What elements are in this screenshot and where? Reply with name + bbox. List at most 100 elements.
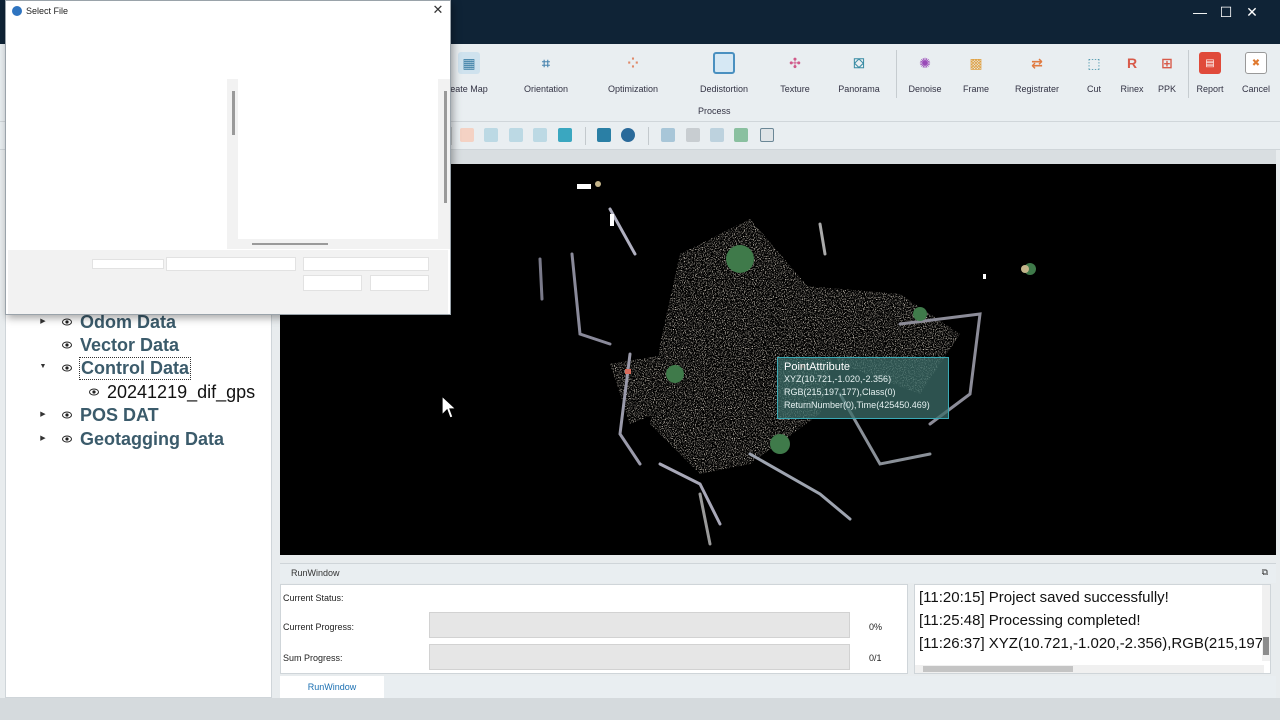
- layer-icon[interactable]: [661, 128, 675, 142]
- measure-height-icon[interactable]: [558, 128, 572, 142]
- visibility-eye-icon[interactable]: [62, 434, 72, 444]
- close-window-button[interactable]: ✕: [1240, 2, 1264, 22]
- cancel-button[interactable]: ✖ Cancel: [1238, 48, 1274, 100]
- brush-icon[interactable]: [597, 128, 611, 142]
- frame-icon: ▩: [969, 54, 983, 71]
- maximize-button[interactable]: ☐: [1214, 2, 1238, 22]
- orientation-icon: ⌗: [542, 54, 550, 71]
- expand-arrow-icon[interactable]: ▶: [38, 434, 48, 442]
- panorama-icon: ⛋: [853, 54, 865, 71]
- measure-angle-icon[interactable]: [533, 128, 547, 142]
- file-pane-scroll-thumb[interactable]: [444, 91, 447, 203]
- tab-run-window[interactable]: RunWindow: [280, 676, 384, 698]
- folder-pane-scroll-thumb[interactable]: [232, 91, 235, 135]
- current-status-label: Current Status:: [283, 593, 344, 603]
- optimization-icon: ⁘: [627, 54, 639, 71]
- tooltip-return-time: ReturnNumber(0),Time(425450.469): [784, 400, 930, 410]
- ribbon-separator: [896, 50, 897, 98]
- dedistortion-button[interactable]: Dedistortion: [696, 48, 752, 100]
- network-icon[interactable]: [734, 128, 748, 142]
- app-logo-icon: [12, 6, 22, 16]
- status-bar: [0, 698, 1280, 720]
- sum-progress-value: 0/1: [869, 653, 882, 663]
- toolbar-separator: [648, 127, 649, 145]
- stack-icon[interactable]: [686, 128, 700, 142]
- toolbar-separator: [451, 127, 452, 145]
- log-line: [11:25:48] Processing completed!: [919, 612, 1141, 629]
- rinex-button[interactable]: R Rinex: [1116, 48, 1148, 100]
- dialog-close-button[interactable]: ✕: [430, 2, 446, 18]
- cancel-icon: ✖: [1245, 52, 1267, 74]
- point-attribute-tooltip: PointAttribute XYZ(10.721,-1.020,-2.356)…: [777, 357, 949, 419]
- ribbon-group-label: Process: [698, 106, 731, 116]
- ribbon-separator: [1188, 50, 1189, 98]
- sum-progress-bar: [429, 644, 850, 670]
- orientation-button[interactable]: ⌗ Orientation: [520, 48, 572, 100]
- log-horizontal-scrollbar[interactable]: [915, 665, 1264, 673]
- tree-item-odom-data[interactable]: Odom Data: [80, 312, 176, 333]
- tooltip-xyz: XYZ(10.721,-1.020,-2.356): [784, 374, 892, 384]
- rinex-icon: R: [1126, 55, 1138, 71]
- log-line: [11:20:15] Project saved successfully!: [919, 589, 1169, 606]
- log-horizontal-thumb[interactable]: [923, 666, 1073, 672]
- ppk-icon: ⊞: [1161, 54, 1173, 71]
- tree-item-pos-dat[interactable]: POS DAT: [80, 405, 159, 426]
- visibility-eye-icon[interactable]: [62, 340, 72, 350]
- measure-distance-icon[interactable]: [484, 128, 498, 142]
- tree-item-control-data[interactable]: Control Data: [79, 357, 191, 380]
- cut-icon: ⬚: [1087, 54, 1101, 71]
- run-window-body: Current Status: Current Progress: 0% Sum…: [280, 584, 908, 674]
- file-name-input[interactable]: [166, 257, 296, 271]
- dialog-cancel-button[interactable]: [370, 275, 429, 291]
- registrater-button[interactable]: ⇄ Registrater: [1010, 48, 1064, 100]
- expand-arrow-icon[interactable]: ▶: [38, 317, 48, 325]
- tree-item-dif-gps-file[interactable]: 20241219_dif_gps: [107, 382, 255, 403]
- log-line: [11:26:37] XYZ(10.721,-1.020,-2.356),RGB…: [919, 635, 1268, 652]
- visibility-eye-icon[interactable]: [62, 410, 72, 420]
- frame-button[interactable]: ▩ Frame: [956, 48, 996, 100]
- visibility-eye-icon[interactable]: [62, 317, 72, 327]
- current-progress-label: Current Progress:: [283, 622, 355, 632]
- expand-arrow-icon[interactable]: ▶: [38, 410, 48, 418]
- log-vertical-scrollbar[interactable]: [1262, 585, 1270, 661]
- float-window-icon[interactable]: ⧉: [1262, 567, 1268, 578]
- minimize-button[interactable]: —: [1188, 2, 1212, 22]
- toolbar-separator: [585, 127, 586, 145]
- tooltip-title: PointAttribute: [784, 361, 851, 373]
- report-button[interactable]: ▤ Report: [1192, 48, 1228, 100]
- panorama-button[interactable]: ⛋ Panorama: [836, 48, 882, 100]
- log-vertical-thumb[interactable]: [1263, 637, 1269, 655]
- list-icon[interactable]: [760, 128, 774, 142]
- dedistortion-icon: [713, 52, 735, 74]
- dialog-title: Select File: [26, 6, 69, 16]
- open-button[interactable]: [303, 275, 362, 291]
- point-pick-icon[interactable]: [460, 128, 474, 142]
- collapse-arrow-icon[interactable]: ▼: [38, 363, 48, 370]
- visibility-eye-icon[interactable]: [62, 363, 72, 373]
- run-window-title: RunWindow: [291, 568, 340, 578]
- denoise-button[interactable]: ✺ Denoise: [904, 48, 946, 100]
- globe-icon[interactable]: [621, 128, 635, 142]
- report-icon: ▤: [1199, 52, 1221, 74]
- cut-button[interactable]: ⬚ Cut: [1080, 48, 1108, 100]
- texture-button[interactable]: ✣ Texture: [774, 48, 816, 100]
- visibility-eye-icon[interactable]: [89, 387, 99, 397]
- optimization-button[interactable]: ⁘ Optimization: [604, 48, 662, 100]
- run-window-header: RunWindow ⧉: [280, 563, 1276, 583]
- file-pane-hscroll-thumb[interactable]: [252, 243, 328, 245]
- mouse-cursor-icon: [441, 395, 457, 419]
- tree-item-geotagging-data[interactable]: Geotagging Data: [80, 429, 224, 450]
- file-type-select[interactable]: [303, 257, 429, 271]
- tree-item-vector-data[interactable]: Vector Data: [80, 335, 179, 356]
- sum-progress-label: Sum Progress:: [283, 653, 343, 663]
- measure-area-icon[interactable]: [509, 128, 523, 142]
- log-output[interactable]: [11:20:15] Project saved successfully! […: [914, 584, 1271, 674]
- create-map-button[interactable]: ▦ eate Map: [446, 48, 492, 100]
- file-name-label-field: [92, 259, 164, 269]
- ppk-button[interactable]: ⊞ PPK: [1152, 48, 1182, 100]
- points-icon[interactable]: [710, 128, 724, 142]
- current-progress-bar: [429, 612, 850, 638]
- texture-icon: ✣: [789, 54, 801, 71]
- select-file-dialog: Select File ✕: [5, 0, 451, 315]
- current-progress-value: 0%: [869, 622, 883, 632]
